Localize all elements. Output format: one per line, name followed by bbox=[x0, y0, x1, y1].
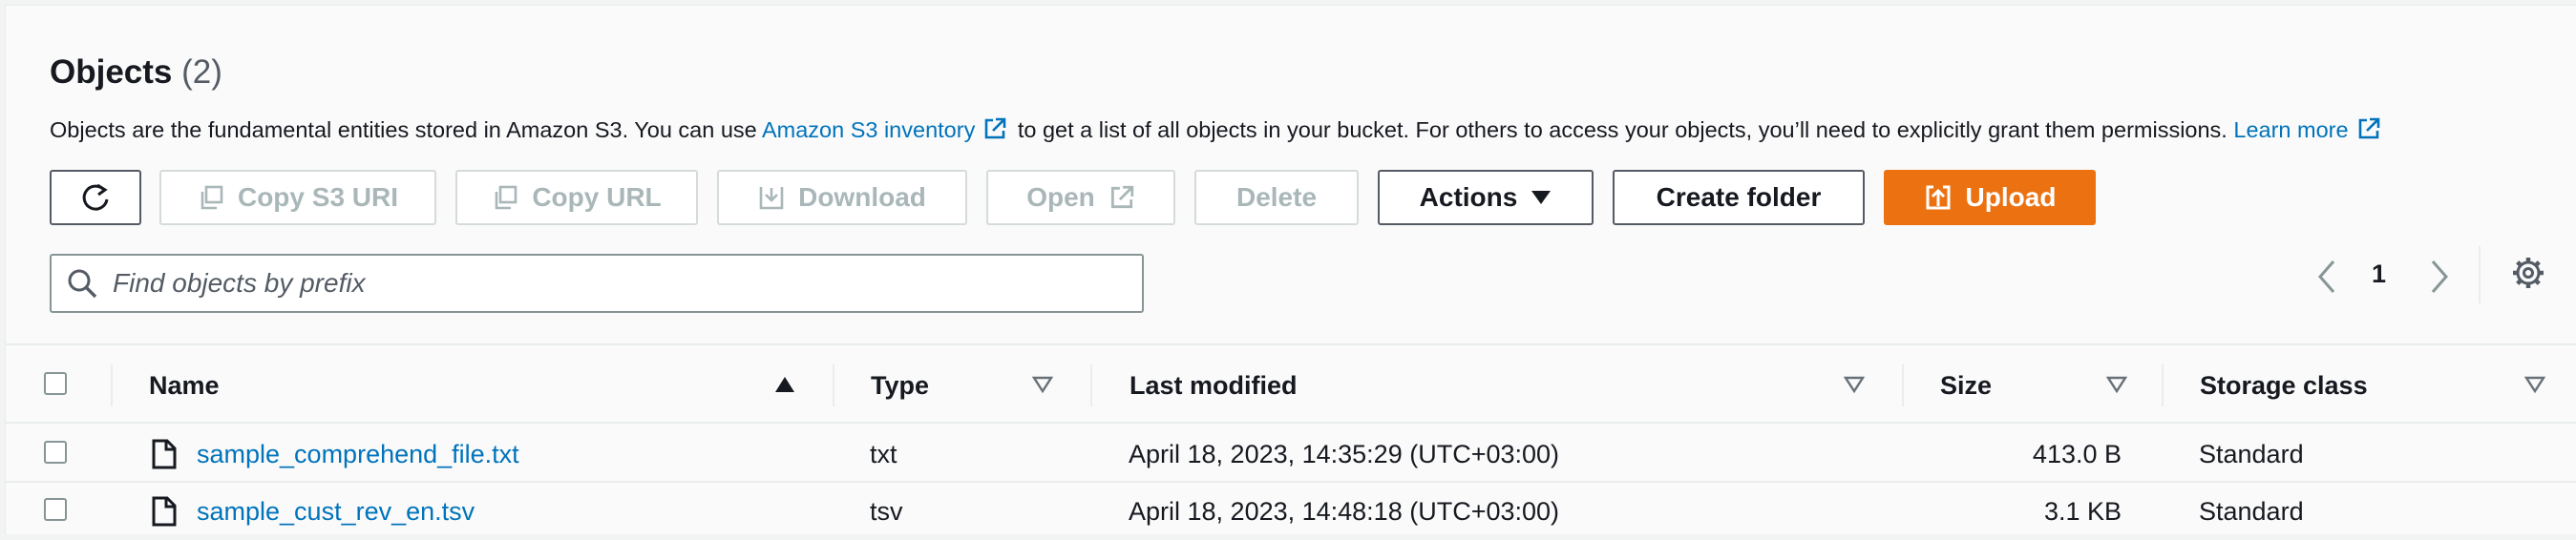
upload-button[interactable]: Upload bbox=[1884, 170, 2096, 225]
search-input[interactable] bbox=[111, 267, 1108, 300]
file-icon bbox=[152, 439, 177, 469]
copy-s3-uri-label: Copy S3 URI bbox=[237, 182, 399, 212]
external-link-icon bbox=[1110, 185, 1133, 209]
row-checkbox[interactable] bbox=[44, 498, 67, 521]
object-type: tsv bbox=[870, 497, 903, 526]
object-last-modified: April 18, 2023, 14:35:29 (UTC+03:00) bbox=[1129, 440, 1560, 468]
refresh-icon bbox=[82, 183, 109, 211]
sort-icon[interactable] bbox=[1032, 376, 1053, 393]
gear-icon[interactable] bbox=[2511, 256, 2545, 290]
table-row: sample_comprehend_file.txt txt April 18,… bbox=[6, 426, 2576, 483]
object-name-link[interactable]: sample_comprehend_file.txt bbox=[197, 440, 519, 469]
column-divider bbox=[2162, 364, 2164, 406]
object-size: 3.1 KB bbox=[2043, 497, 2122, 526]
s3-inventory-link[interactable]: Amazon S3 inventory bbox=[762, 117, 975, 142]
current-page-number[interactable]: 1 bbox=[2372, 260, 2386, 289]
description: Objects are the fundamental entities sto… bbox=[50, 116, 2385, 143]
object-type: txt bbox=[870, 440, 897, 468]
create-folder-label: Create folder bbox=[1656, 182, 1822, 212]
copy-url-button[interactable]: Copy URL bbox=[455, 170, 698, 225]
column-divider bbox=[833, 364, 834, 406]
open-button[interactable]: Open bbox=[986, 170, 1175, 225]
column-header-type[interactable]: Type bbox=[871, 371, 929, 401]
object-storage-class: Standard bbox=[2199, 497, 2304, 526]
sort-icon[interactable] bbox=[2106, 376, 2127, 393]
sort-ascending-icon[interactable] bbox=[774, 376, 795, 393]
chevron-right-icon[interactable] bbox=[2427, 258, 2452, 296]
copy-s3-uri-button[interactable]: Copy S3 URI bbox=[159, 170, 436, 225]
object-storage-class: Standard bbox=[2199, 440, 2304, 468]
external-link-icon[interactable] bbox=[982, 116, 1007, 141]
column-divider bbox=[1090, 364, 1092, 406]
create-folder-button[interactable]: Create folder bbox=[1613, 170, 1865, 225]
download-label: Download bbox=[798, 182, 926, 212]
chevron-left-icon[interactable] bbox=[2314, 258, 2339, 296]
copy-icon bbox=[496, 185, 517, 210]
copy-icon bbox=[201, 185, 223, 210]
table-row: sample_cust_rev_en.tsv tsv April 18, 202… bbox=[6, 483, 2576, 540]
download-button[interactable]: Download bbox=[717, 170, 967, 225]
description-text-1: Objects are the fundamental entities sto… bbox=[50, 117, 762, 142]
upload-icon bbox=[1926, 185, 1951, 210]
delete-button[interactable]: Delete bbox=[1194, 170, 1359, 225]
page-title: Objects (2) bbox=[50, 53, 222, 92]
object-size: 413.0 B bbox=[2032, 440, 2122, 468]
column-header-storage-class[interactable]: Storage class bbox=[2200, 371, 2368, 401]
column-header-last-modified[interactable]: Last modified bbox=[1130, 371, 1298, 401]
description-text-2: to get a list of all objects in your buc… bbox=[1011, 117, 2234, 142]
file-icon bbox=[152, 496, 177, 527]
caret-down-icon bbox=[1531, 191, 1552, 204]
column-divider bbox=[111, 364, 113, 406]
object-count: (2) bbox=[181, 53, 222, 91]
object-last-modified: April 18, 2023, 14:48:18 (UTC+03:00) bbox=[1129, 497, 1560, 526]
upload-label: Upload bbox=[1965, 182, 2057, 212]
objects-panel: Objects (2) Objects are the fundamental … bbox=[5, 5, 2576, 534]
search-icon bbox=[68, 269, 97, 299]
open-label: Open bbox=[1026, 182, 1095, 212]
sort-icon[interactable] bbox=[1844, 376, 1865, 393]
external-link-icon[interactable] bbox=[2356, 116, 2381, 141]
column-header-name[interactable]: Name bbox=[149, 371, 220, 401]
object-name-link[interactable]: sample_cust_rev_en.tsv bbox=[197, 497, 475, 527]
pagination-divider bbox=[2479, 246, 2481, 303]
refresh-button[interactable] bbox=[50, 170, 141, 225]
row-checkbox[interactable] bbox=[44, 441, 67, 464]
column-divider bbox=[1902, 364, 1904, 406]
table-header: Name Type Last modified Size Storage cla… bbox=[6, 343, 2576, 424]
actions-dropdown[interactable]: Actions bbox=[1378, 170, 1594, 225]
sort-icon[interactable] bbox=[2524, 376, 2545, 393]
delete-label: Delete bbox=[1235, 182, 1318, 212]
select-all-checkbox[interactable] bbox=[44, 372, 67, 395]
column-header-size[interactable]: Size bbox=[1940, 371, 1992, 401]
actions-label: Actions bbox=[1419, 182, 1518, 212]
search-field[interactable] bbox=[50, 254, 1144, 313]
download-icon bbox=[759, 187, 784, 210]
learn-more-link[interactable]: Learn more bbox=[2233, 117, 2348, 142]
copy-url-label: Copy URL bbox=[532, 182, 662, 212]
title-text: Objects bbox=[50, 53, 173, 91]
